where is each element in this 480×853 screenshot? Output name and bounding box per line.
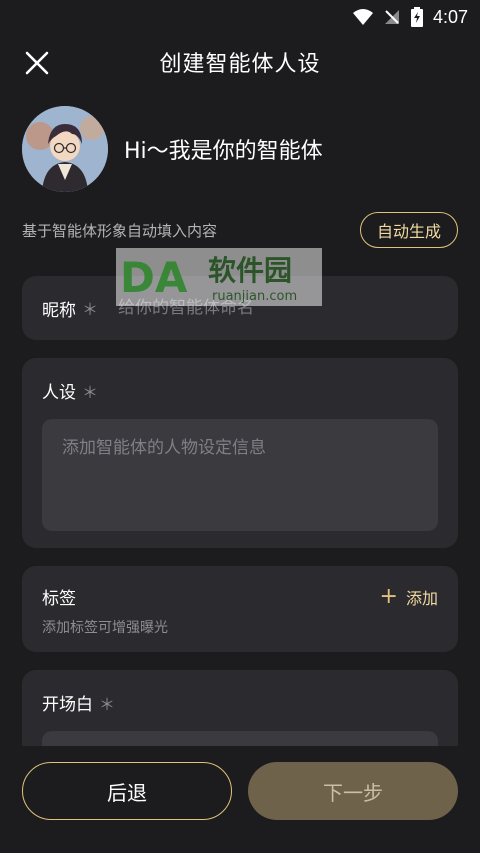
- required-mark: ＊: [99, 694, 116, 714]
- auto-generate-button[interactable]: 自动生成: [359, 212, 458, 248]
- bottom-action-bar: 后退 下一步: [0, 746, 480, 853]
- close-icon: [25, 51, 49, 75]
- tags-label: 标签: [42, 589, 76, 609]
- page-title: 创建智能体人设: [159, 52, 321, 77]
- persona-label: 人设: [42, 383, 76, 403]
- nickname-card: 昵称 ＊: [22, 276, 458, 340]
- status-bar: 4:07: [0, 0, 480, 34]
- add-tag-button[interactable]: + 添加: [380, 585, 438, 609]
- autofill-row: 基于智能体形象自动填入内容 自动生成: [22, 212, 458, 248]
- nickname-label: 昵称: [42, 300, 76, 321]
- persona-textarea[interactable]: [42, 419, 438, 531]
- battery-charging-icon: [410, 7, 423, 27]
- profile-section: Hi～我是你的智能体: [22, 106, 323, 192]
- plus-icon: +: [379, 583, 398, 609]
- persona-card: 人设 ＊: [22, 358, 458, 548]
- greeting-text: Hi～我是你的智能体: [124, 139, 323, 164]
- status-time: 4:07: [432, 6, 468, 27]
- page-header: 创建智能体人设: [0, 34, 480, 90]
- required-mark: ＊: [82, 382, 99, 402]
- signal-off-icon: [383, 8, 401, 26]
- nickname-input[interactable]: [118, 298, 438, 318]
- wifi-icon: [352, 8, 373, 26]
- required-mark: ＊: [82, 300, 99, 319]
- autofill-hint: 基于智能体形象自动填入内容: [22, 221, 218, 240]
- avatar[interactable]: [22, 106, 108, 192]
- tags-subtitle: 添加标签可增强曝光: [42, 620, 168, 636]
- next-button[interactable]: 下一步: [248, 762, 458, 820]
- opening-label: 开场白: [42, 695, 93, 715]
- back-button[interactable]: 后退: [22, 762, 232, 820]
- add-tag-label: 添加: [405, 588, 438, 608]
- close-button[interactable]: [22, 48, 52, 78]
- tags-card: 标签 + 添加 添加标签可增强曝光: [22, 566, 458, 652]
